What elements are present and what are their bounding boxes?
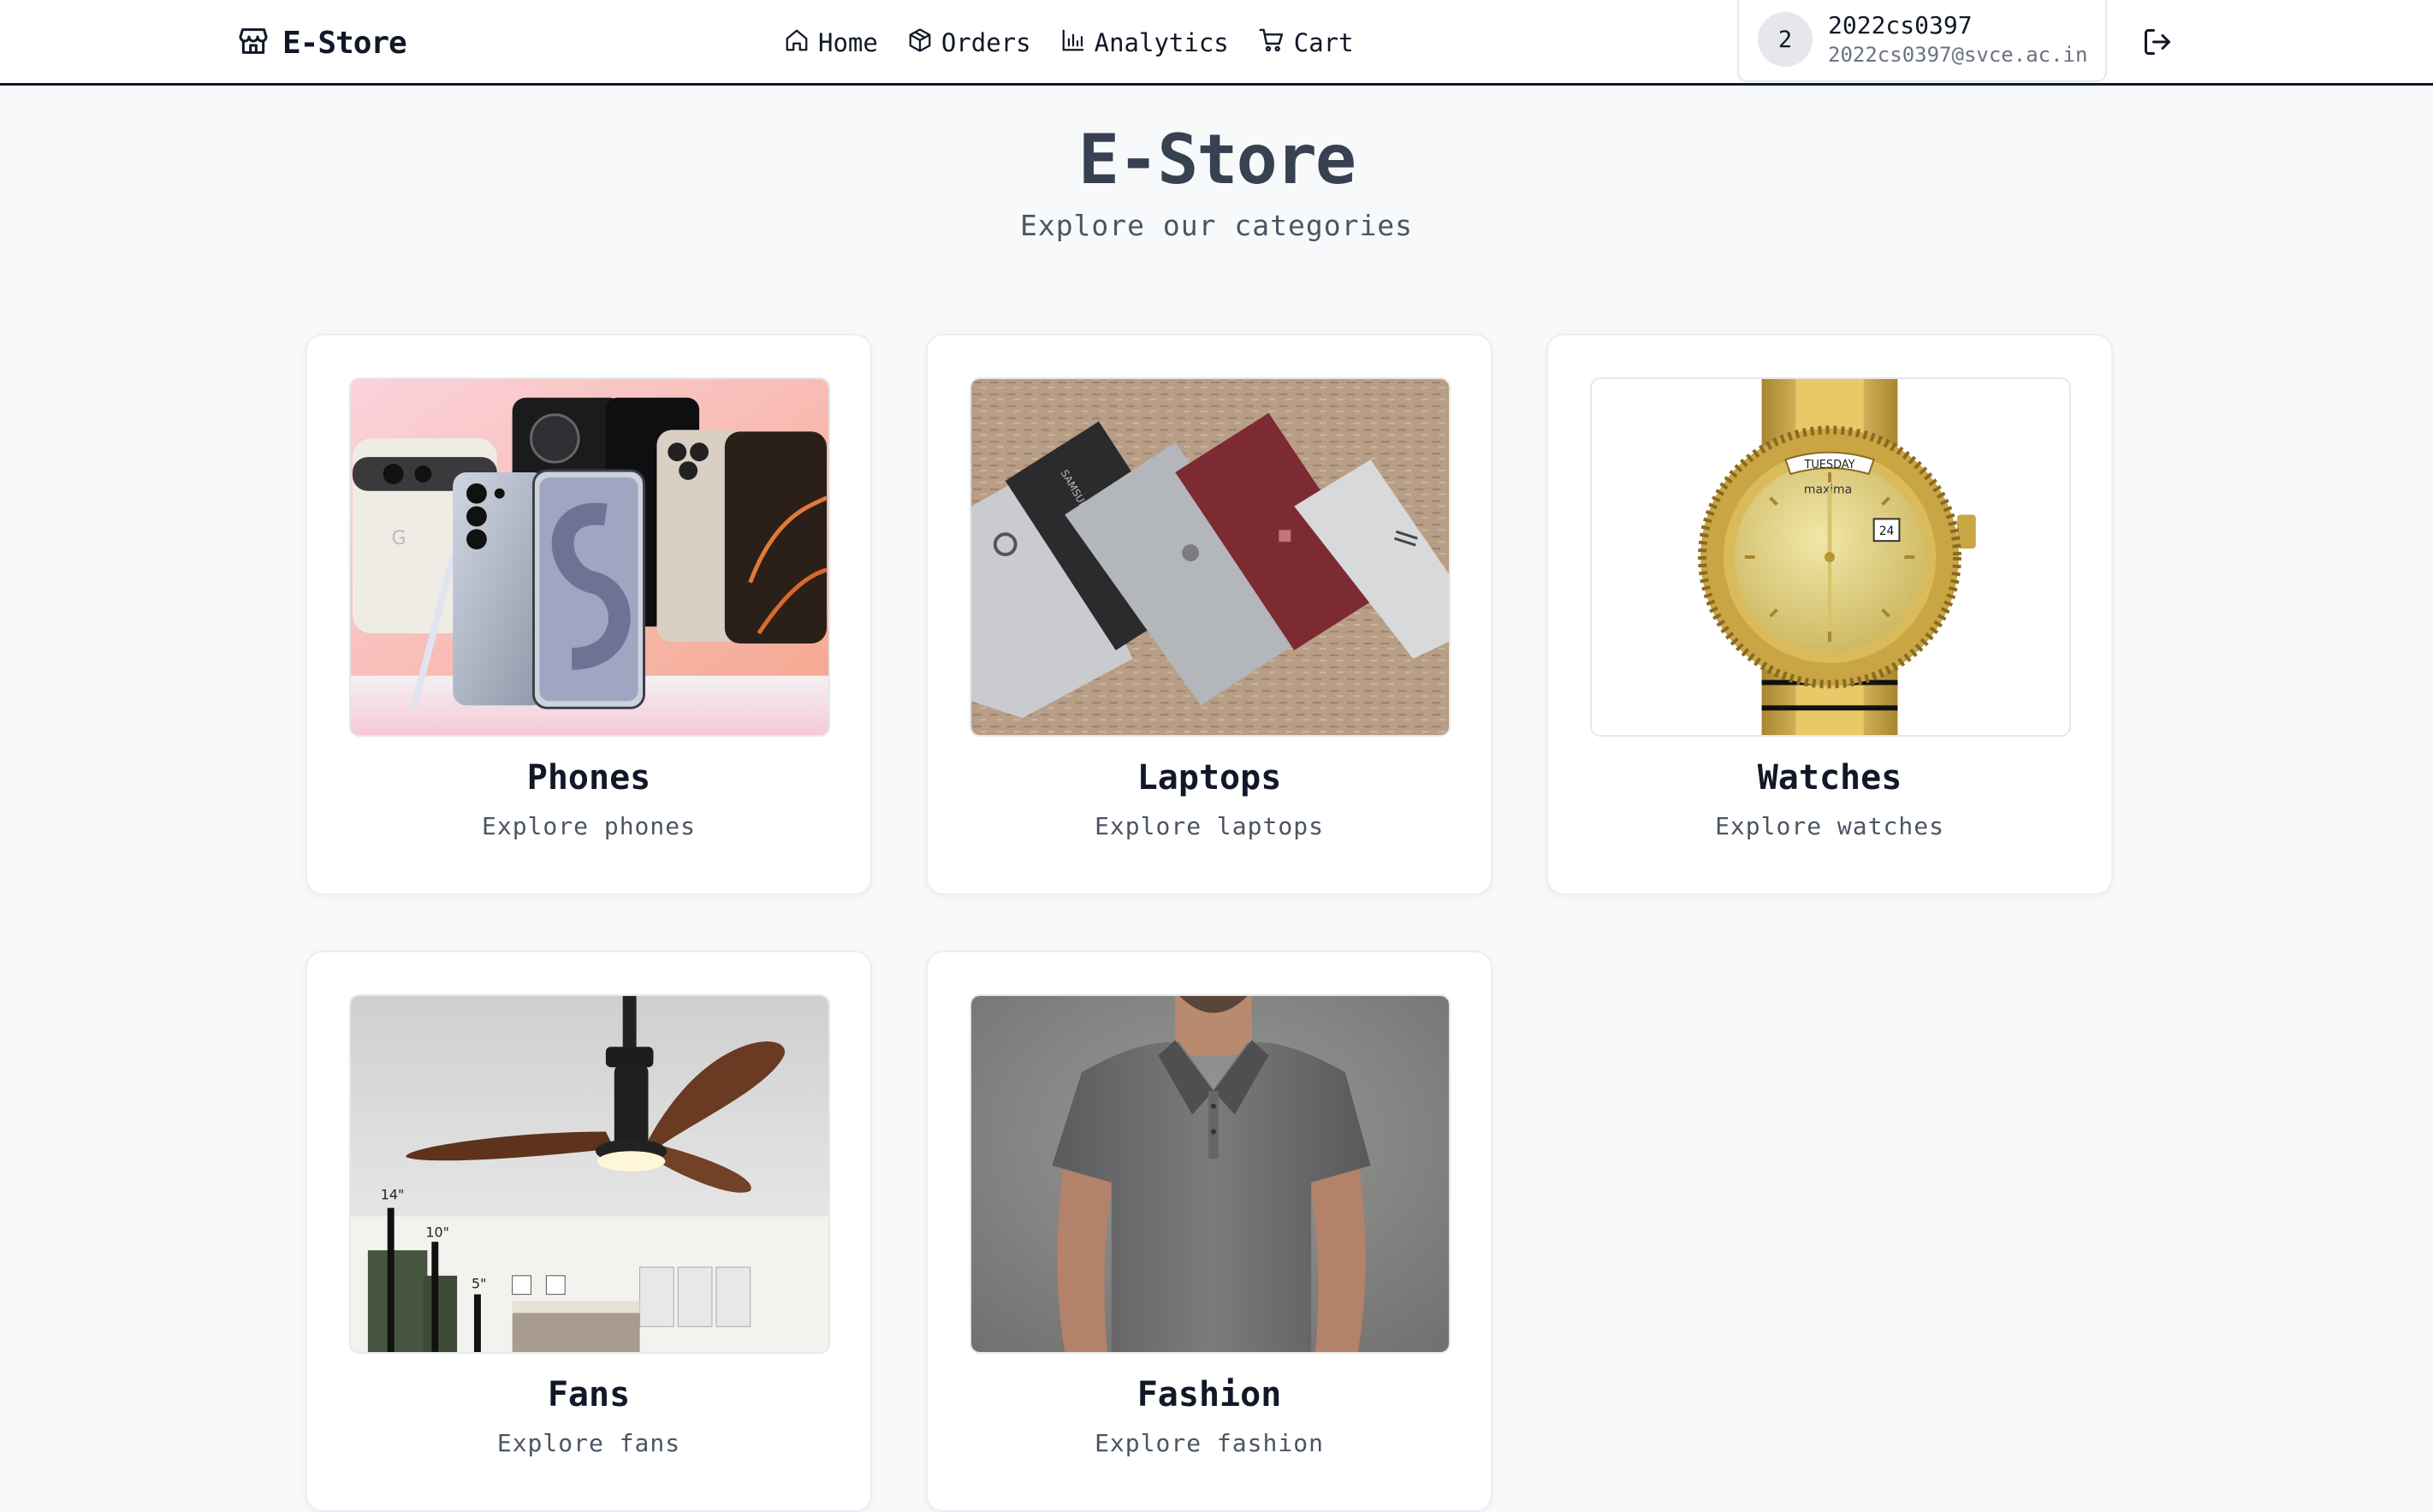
nav-home-label: Home bbox=[818, 28, 878, 57]
avatar: 2 bbox=[1758, 12, 1813, 67]
nav-analytics-label: Analytics bbox=[1094, 28, 1229, 57]
watches-image: TUESDAY maxima 24 bbox=[1590, 377, 2071, 737]
nav-analytics[interactable]: Analytics bbox=[1060, 27, 1229, 59]
logout-icon bbox=[2142, 27, 2173, 61]
category-card-fashion[interactable]: Fashion Explore fashion bbox=[926, 951, 1492, 1512]
nav-home[interactable]: Home bbox=[784, 27, 878, 59]
category-card-phones[interactable]: G Phones Explore phones bbox=[306, 334, 872, 895]
package-icon bbox=[907, 27, 933, 59]
fashion-image bbox=[970, 994, 1451, 1354]
category-title: Laptops bbox=[1136, 758, 1282, 798]
fan-size-label: 14" bbox=[381, 1187, 405, 1203]
user-email: 2022cs0397@svce.ac.in bbox=[1828, 43, 2088, 67]
page-subtitle: Explore our categories bbox=[1019, 209, 1414, 242]
home-icon bbox=[784, 27, 810, 59]
nav-cart-label: Cart bbox=[1293, 28, 1354, 57]
watch-date-label: 24 bbox=[1879, 525, 1895, 538]
category-card-fans[interactable]: 14" 10" 5" Fans Explore fans bbox=[306, 951, 872, 1512]
cart-icon bbox=[1258, 27, 1285, 60]
fan-size-label: 5" bbox=[472, 1276, 486, 1292]
user-info: 2022cs0397 2022cs0397@svce.ac.in bbox=[1828, 10, 2087, 68]
category-card-laptops[interactable]: SAMSUNG Laptops Explore laptops bbox=[926, 334, 1492, 895]
user-profile[interactable]: 2 2022cs0397 2022cs0397@svce.ac.in bbox=[1737, 0, 2107, 82]
bar-chart-icon bbox=[1060, 27, 1086, 59]
nav-links: Home Orders Analytics Cart bbox=[784, 19, 1354, 67]
category-title: Phones bbox=[526, 758, 651, 798]
navbar: E-Store Home Orders Analytics Cart 2 202… bbox=[0, 0, 2433, 86]
brand-name: E-Store bbox=[282, 25, 407, 61]
brand-logo[interactable]: E-Store bbox=[236, 19, 407, 67]
page-title: E-Store bbox=[1077, 120, 1356, 199]
category-title: Fans bbox=[547, 1375, 631, 1414]
fans-image: 14" 10" 5" bbox=[349, 994, 830, 1354]
store-icon bbox=[236, 24, 270, 62]
category-description: Explore phones bbox=[481, 812, 696, 840]
svg-text:G: G bbox=[392, 528, 406, 549]
category-description: Explore laptops bbox=[1095, 812, 1324, 840]
category-description: Explore fans bbox=[496, 1429, 681, 1457]
nav-orders-label: Orders bbox=[941, 28, 1031, 57]
laptops-image: SAMSUNG bbox=[970, 377, 1451, 737]
category-card-watches[interactable]: TUESDAY maxima 24 Watches Explore watche… bbox=[1546, 334, 2113, 895]
category-description: Explore fashion bbox=[1095, 1429, 1324, 1457]
watch-day-label: TUESDAY bbox=[1803, 459, 1854, 471]
nav-orders[interactable]: Orders bbox=[907, 27, 1031, 59]
nav-cart[interactable]: Cart bbox=[1258, 27, 1354, 60]
phones-image: G bbox=[349, 377, 830, 737]
fan-size-label: 10" bbox=[425, 1224, 449, 1240]
category-title: Watches bbox=[1757, 758, 1902, 798]
logout-button[interactable] bbox=[2134, 21, 2181, 67]
category-title: Fashion bbox=[1136, 1375, 1282, 1414]
user-name: 2022cs0397 bbox=[1828, 11, 1973, 39]
category-description: Explore watches bbox=[1715, 812, 1944, 840]
